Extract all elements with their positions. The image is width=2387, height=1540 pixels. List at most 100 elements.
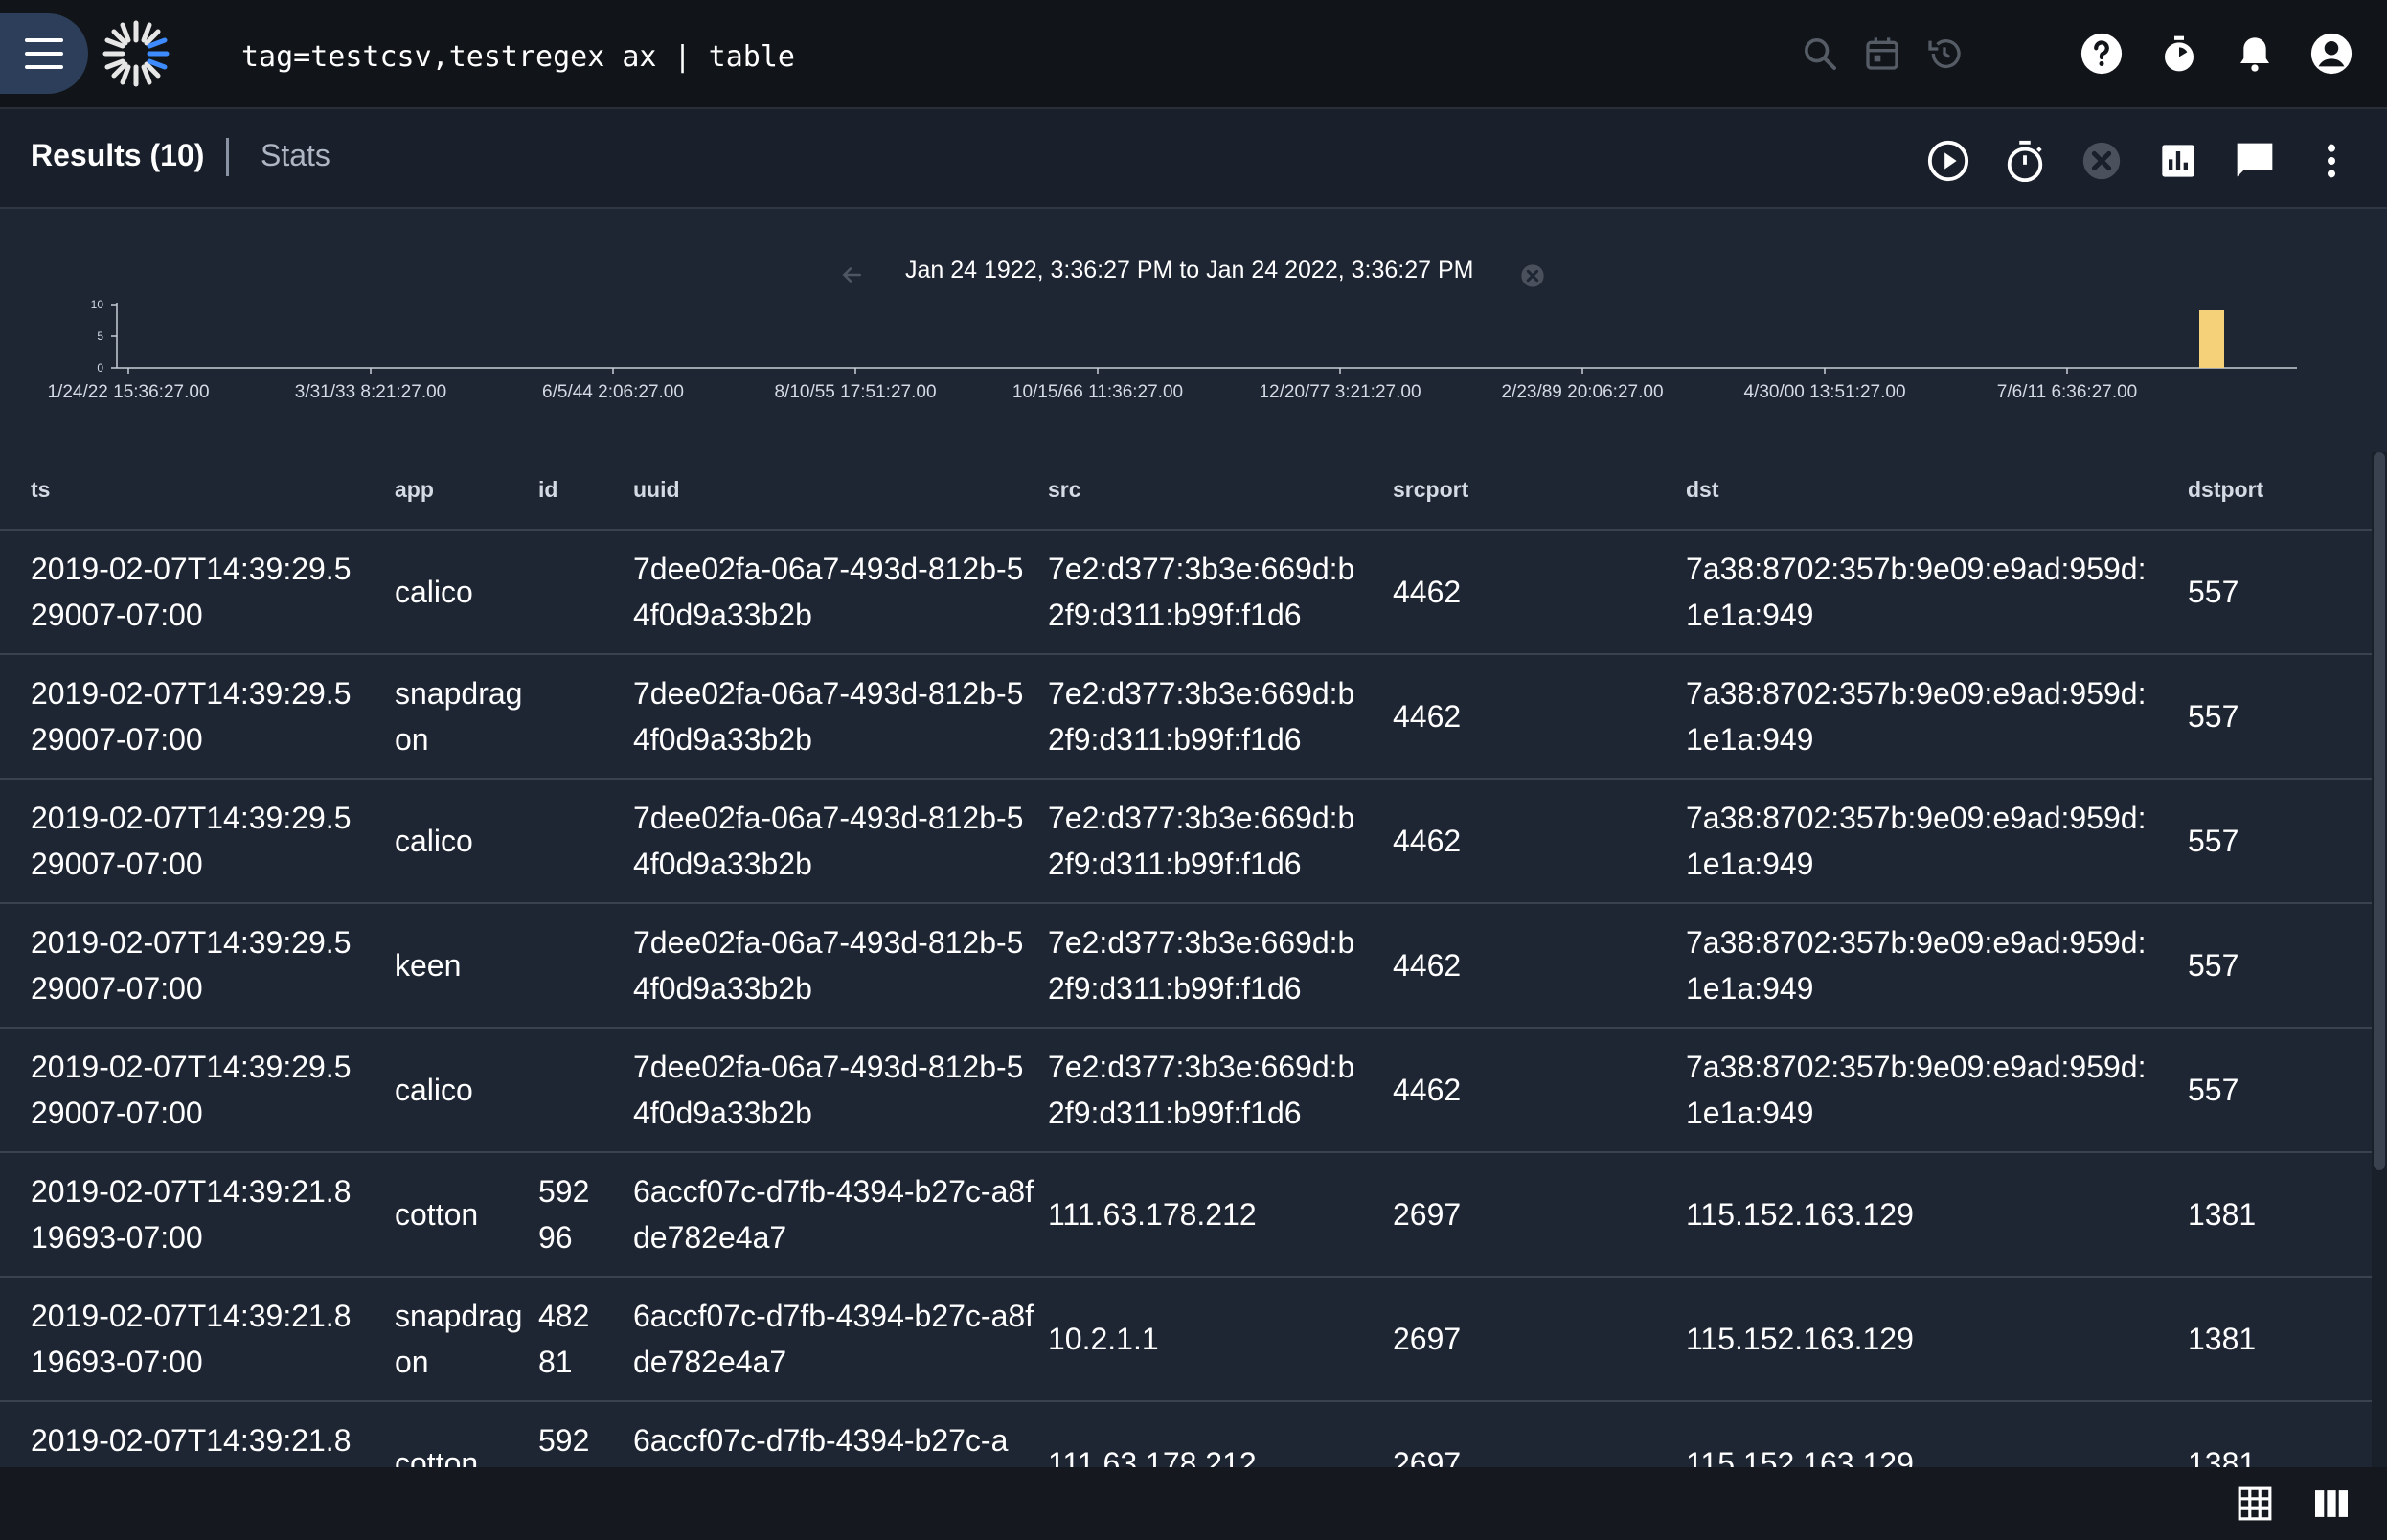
cell-srcport: 4462 (1393, 699, 1462, 734)
column-header-uuid[interactable]: uuid (633, 477, 680, 503)
history-icon (1928, 39, 1961, 69)
notifications-button[interactable] (2228, 27, 2282, 80)
cell-dst: 115.152.163.129 (1686, 1446, 1914, 1467)
cell-src: 7e2:d377:3b3e:669d:b2f9:d311:b99f:f1d6 (1048, 552, 1355, 632)
table-row[interactable]: 2019-02-07T14:39:21.819693-07:00 cotton … (0, 1153, 2376, 1278)
y-tick-label: 10 (91, 298, 104, 311)
cell-dstport: 557 (2188, 699, 2239, 734)
cell-dstport: 557 (2188, 824, 2239, 858)
time-range-label: Jan 24 1922, 3:36:27 PM to Jan 24 2022, … (905, 257, 1474, 283)
column-header-src[interactable]: src (1048, 477, 1081, 503)
cell-app: cotton (395, 1197, 479, 1232)
menu-icon (25, 38, 63, 69)
table-row[interactable]: 2019-02-07T14:39:29.529007-07:00 calico … (0, 1029, 2376, 1153)
cell-id: 59296 (538, 1174, 590, 1255)
cell-src: 111.63.178.212 (1048, 1197, 1257, 1232)
table-row[interactable]: 2019-02-07T14:39:29.529007-07:00 calico … (0, 780, 2376, 904)
cell-uuid: 7dee02fa-06a7-493d-812b-54f0d9a33b2b (633, 1050, 1024, 1130)
chart-button[interactable] (2149, 132, 2207, 190)
cell-ts: 2019-02-07T14:39:29.529007-07:00 (31, 1050, 352, 1130)
cell-srcport: 4462 (1393, 575, 1462, 609)
stopwatch-icon (2007, 140, 2043, 183)
cell-src: 10.2.1.1 (1048, 1322, 1159, 1356)
cell-dstport: 557 (2188, 948, 2239, 983)
menu-button[interactable] (0, 13, 88, 94)
histogram-panel: Jan 24 1922, 3:36:27 PM to Jan 24 2022, … (0, 209, 2387, 452)
cell-dst: 115.152.163.129 (1686, 1322, 1914, 1356)
column-header-id[interactable]: id (538, 477, 557, 503)
run-button[interactable] (1920, 132, 1977, 190)
table-header: ts app id uuid src srcport dst dstport (0, 452, 2376, 531)
x-tick-label: 6/5/44 2:06:27.00 (542, 382, 684, 402)
cell-dstport: 557 (2188, 1073, 2239, 1107)
column-header-dst[interactable]: dst (1686, 477, 1719, 503)
column-view-icon (2315, 1490, 2348, 1517)
table-row[interactable]: 2019-02-07T14:39:21.8 cotton 592 6accf07… (0, 1402, 2376, 1467)
arrow-left-icon[interactable] (839, 262, 864, 287)
account-button[interactable] (2305, 27, 2358, 80)
comment-button[interactable] (2226, 132, 2284, 190)
cell-id: 48281 (538, 1299, 590, 1379)
column-header-ts[interactable]: ts (31, 477, 50, 503)
logo (102, 20, 170, 87)
column-header-dstport[interactable]: dstport (2188, 477, 2263, 503)
histogram-chart[interactable]: 10 5 0 1/24/22 15:36:27.00 3/31/33 8:21:27.… (0, 297, 2387, 441)
cell-uuid: 6accf07c-d7fb-4394-b27c-a8fde782e4a7 (633, 1299, 1034, 1379)
table-row[interactable]: 2019-02-07T14:39:21.819693-07:00 snapdra… (0, 1278, 2376, 1402)
timer-icon (2165, 35, 2194, 72)
timer-button[interactable] (2152, 27, 2206, 80)
more-options-button[interactable] (2303, 132, 2360, 190)
x-tick-label: 2/23/89 20:06:27.00 (1501, 382, 1663, 402)
play-icon (1927, 140, 1969, 182)
cell-srcport: 2697 (1393, 1446, 1462, 1467)
table-row[interactable]: 2019-02-07T14:39:29.529007-07:00 snapdra… (0, 655, 2376, 780)
cell-srcport: 4462 (1393, 1073, 1462, 1107)
more-vert-icon (2328, 144, 2335, 178)
cell-dstport: 557 (2188, 575, 2239, 609)
cell-ts: 2019-02-07T14:39:29.529007-07:00 (31, 552, 352, 632)
cell-dstport: 1381 (2188, 1446, 2257, 1467)
cell-dst: 7a38:8702:357b:9e09:e9ad:959d:1e1a:949 (1686, 801, 2147, 881)
cancel-button[interactable] (2073, 132, 2130, 190)
search-query-input[interactable]: tag=testcsv,testregex ax | table (241, 34, 795, 80)
grid-view-button[interactable] (2234, 1483, 2276, 1525)
cell-id: 592 (538, 1423, 590, 1458)
search-button[interactable] (1793, 27, 1847, 80)
grid-view-icon (2238, 1486, 2272, 1521)
table-row[interactable]: 2019-02-07T14:39:29.529007-07:00 calico … (0, 531, 2376, 655)
cell-app: calico (395, 824, 473, 858)
cell-src: 7e2:d377:3b3e:669d:b2f9:d311:b99f:f1d6 (1048, 676, 1355, 757)
tab-divider (226, 138, 229, 176)
x-tick-label: 7/6/11 6:36:27.00 (1997, 382, 2138, 402)
calendar-button[interactable] (1855, 27, 1909, 80)
x-tick-label: 1/24/22 15:36:27.00 (47, 382, 209, 402)
cell-srcport: 4462 (1393, 824, 1462, 858)
cell-dst: 7a38:8702:357b:9e09:e9ad:959d:1e1a:949 (1686, 925, 2147, 1006)
schedule-button[interactable] (1996, 132, 2054, 190)
y-tick-label: 5 (97, 329, 103, 343)
cell-ts: 2019-02-07T14:39:29.529007-07:00 (31, 925, 352, 1006)
table-row[interactable]: 2019-02-07T14:39:29.529007-07:00 keen 7d… (0, 904, 2376, 1029)
chart-icon (2162, 145, 2194, 177)
cell-ts: 2019-02-07T14:39:29.529007-07:00 (31, 676, 352, 757)
column-header-srcport[interactable]: srcport (1393, 477, 1468, 503)
help-button[interactable] (2075, 27, 2128, 80)
calendar-icon (1866, 37, 1898, 70)
column-header-app[interactable]: app (395, 477, 434, 503)
history-button[interactable] (1918, 27, 1971, 80)
time-range-row: Jan 24 1922, 3:36:27 PM to Jan 24 2022, … (0, 253, 2387, 295)
x-tick-label: 10/15/66 11:36:27.00 (1012, 382, 1183, 402)
column-view-button[interactable] (2310, 1483, 2353, 1525)
x-tick-label: 8/10/55 17:51:27.00 (774, 382, 936, 402)
cell-uuid: 7dee02fa-06a7-493d-812b-54f0d9a33b2b (633, 552, 1024, 632)
tab-results[interactable]: Results (10) (31, 138, 204, 173)
cell-uuid: 6accf07c-d7fb-4394-b27c-a8fde782e4a7 (633, 1174, 1034, 1255)
histogram-bar[interactable] (2199, 310, 2224, 368)
cell-dst: 115.152.163.129 (1686, 1197, 1914, 1232)
y-tick-label: 0 (97, 361, 103, 374)
cell-uuid: 7dee02fa-06a7-493d-812b-54f0d9a33b2b (633, 801, 1024, 881)
tab-stats[interactable]: Stats (261, 138, 330, 173)
results-table: ts app id uuid src srcport dst dstport 2… (0, 452, 2376, 1467)
table-scrollbar-thumb[interactable] (2374, 452, 2385, 1170)
clear-range-icon[interactable] (1519, 262, 1546, 289)
